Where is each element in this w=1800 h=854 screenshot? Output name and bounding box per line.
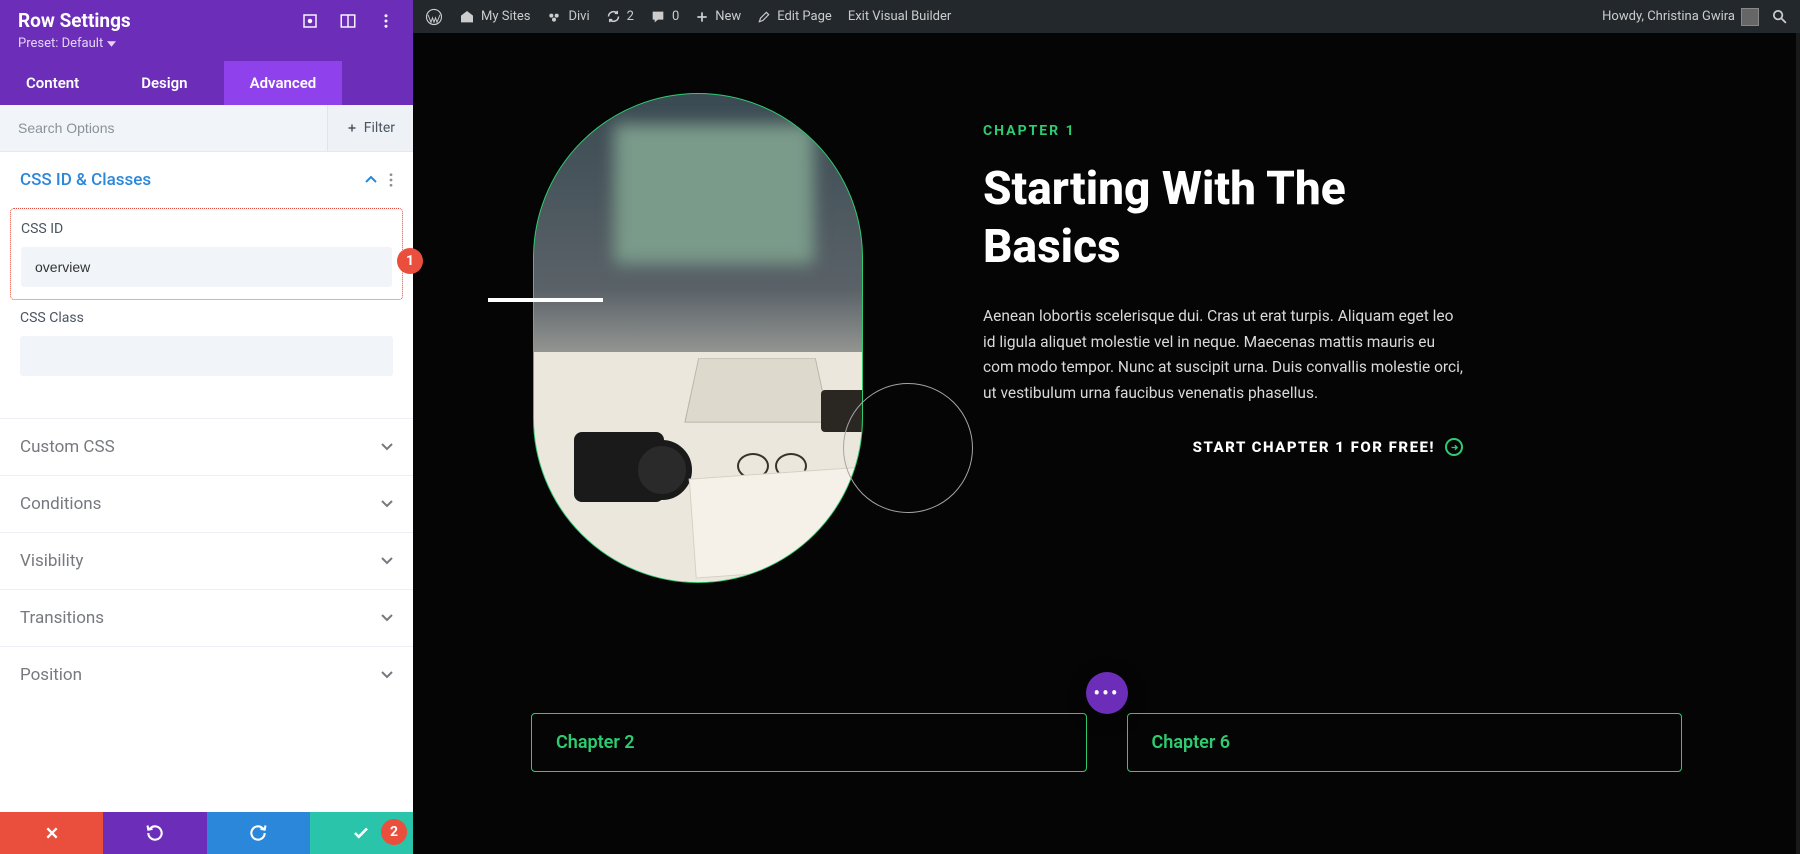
settings-panel: Row Settings Preset: Default	[0, 0, 413, 854]
section-transitions[interactable]: Transitions	[0, 589, 413, 646]
chapter-card[interactable]: Chapter 2	[531, 713, 1087, 772]
new-link[interactable]: New	[695, 9, 741, 24]
more-icon[interactable]	[389, 173, 393, 187]
decorative-line	[488, 298, 603, 302]
tab-advanced[interactable]: Advanced	[224, 61, 343, 105]
filter-button[interactable]: Filter	[327, 105, 413, 151]
redo-button[interactable]	[207, 812, 310, 854]
tab-design[interactable]: Design	[105, 61, 223, 105]
tab-content[interactable]: Content	[0, 61, 105, 105]
hero-description: Aenean lobortis scelerisque dui. Cras ut…	[983, 304, 1463, 406]
chapter-label: CHAPTER 1	[983, 123, 1463, 139]
section-conditions[interactable]: Conditions	[0, 475, 413, 532]
cancel-button[interactable]	[0, 812, 103, 854]
css-id-label: CSS ID	[21, 221, 392, 237]
column-icon[interactable]	[339, 12, 357, 30]
scrollbar[interactable]	[1796, 33, 1800, 854]
annotation-badge: 2	[381, 819, 407, 845]
more-icon[interactable]	[377, 12, 395, 30]
section-css-id-classes[interactable]: CSS ID & Classes	[0, 152, 413, 208]
hero-image	[533, 93, 903, 593]
css-class-label: CSS Class	[20, 310, 393, 326]
search-input[interactable]	[0, 106, 327, 150]
section-visibility[interactable]: Visibility	[0, 532, 413, 589]
builder-fab[interactable]: •••	[1086, 672, 1128, 714]
css-id-input[interactable]	[21, 247, 392, 287]
edit-page-link[interactable]: Edit Page	[757, 9, 832, 24]
chevron-down-icon	[381, 671, 393, 679]
arrow-right-icon	[1445, 438, 1463, 456]
section-custom-css[interactable]: Custom CSS	[0, 418, 413, 475]
page-title: Starting With The Basics	[983, 161, 1463, 276]
section-position[interactable]: Position	[0, 646, 413, 703]
decorative-circle	[843, 383, 973, 513]
annotation-badge: 1	[397, 248, 423, 274]
css-class-input[interactable]	[20, 336, 393, 376]
search-icon[interactable]	[1771, 8, 1788, 25]
preset-selector[interactable]: Preset: Default	[18, 36, 395, 51]
start-chapter-button[interactable]: START CHAPTER 1 FOR FREE!	[1193, 438, 1463, 456]
panel-title: Row Settings	[18, 9, 131, 32]
save-button[interactable]: 2	[310, 812, 413, 854]
panel-header: Row Settings Preset: Default	[0, 0, 413, 61]
css-id-field-highlight: CSS ID	[10, 208, 403, 300]
expand-icon[interactable]	[301, 12, 319, 30]
chevron-down-icon	[381, 500, 393, 508]
user-greeting: Howdy, Christina Gwira	[1602, 8, 1759, 26]
tabs: Content Design Advanced	[0, 61, 413, 105]
avatar	[1741, 8, 1759, 26]
undo-button[interactable]	[103, 812, 206, 854]
exit-builder-link[interactable]: Exit Visual Builder	[848, 9, 951, 24]
chapter-card[interactable]: Chapter 6	[1127, 713, 1683, 772]
chevron-down-icon	[381, 614, 393, 622]
chevron-up-icon	[365, 176, 377, 184]
comments-link[interactable]: 0	[650, 9, 679, 25]
updates-link[interactable]: 2	[606, 9, 634, 24]
site-link[interactable]: Divi	[546, 9, 589, 25]
my-sites-link[interactable]: My Sites	[459, 9, 530, 25]
wp-logo-icon[interactable]	[425, 8, 443, 26]
admin-bar: My Sites Divi 2 0 New	[413, 0, 1800, 33]
chevron-down-icon	[381, 557, 393, 565]
chevron-down-icon	[381, 443, 393, 451]
